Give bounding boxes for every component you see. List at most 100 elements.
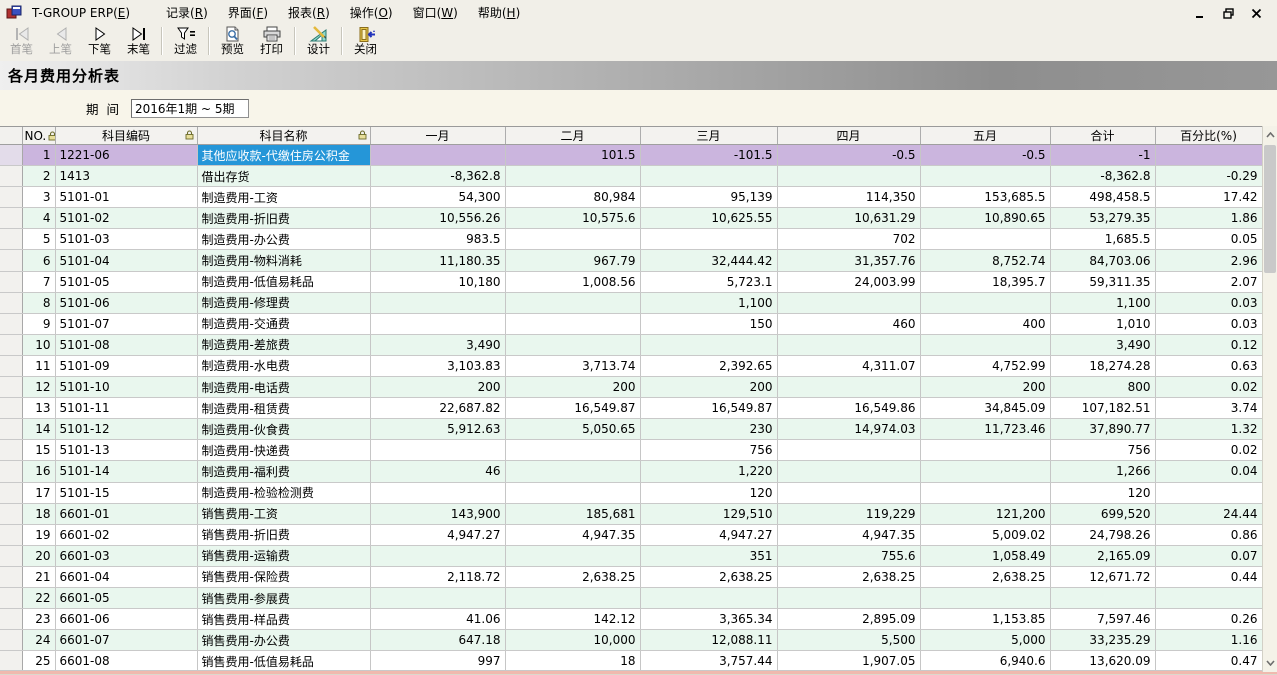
- cell-m4[interactable]: 755.6: [777, 545, 920, 566]
- cell-m2[interactable]: [505, 334, 640, 355]
- row-margin-cell[interactable]: [0, 398, 22, 419]
- cell-code[interactable]: 5101-12: [55, 419, 197, 440]
- cell-total[interactable]: 18,274.28: [1050, 355, 1155, 376]
- cell-code[interactable]: 6601-02: [55, 524, 197, 545]
- cell-total[interactable]: 699,520: [1050, 503, 1155, 524]
- cell-m4[interactable]: [777, 292, 920, 313]
- cell-total[interactable]: 1,100: [1050, 292, 1155, 313]
- cell-m5[interactable]: [920, 440, 1050, 461]
- cell-m1[interactable]: [370, 482, 505, 503]
- cell-m5[interactable]: 4,752.99: [920, 355, 1050, 376]
- cell-code[interactable]: 1413: [55, 166, 197, 187]
- cell-m2[interactable]: 80,984: [505, 187, 640, 208]
- cell-m5[interactable]: [920, 292, 1050, 313]
- cell-m5[interactable]: 5,009.02: [920, 524, 1050, 545]
- cell-m1[interactable]: 54,300: [370, 187, 505, 208]
- cell-name[interactable]: 制造费用-修理费: [197, 292, 370, 313]
- cell-code[interactable]: 6601-04: [55, 566, 197, 587]
- row-margin-cell[interactable]: [0, 355, 22, 376]
- cell-m3[interactable]: 12,088.11: [640, 630, 777, 651]
- cell-m5[interactable]: 2,638.25: [920, 566, 1050, 587]
- row-margin-cell[interactable]: [0, 566, 22, 587]
- table-row[interactable]: 125101-10制造费用-电话费2002002002008000.02: [0, 377, 1262, 398]
- cell-m4[interactable]: 119,229: [777, 503, 920, 524]
- cell-m2[interactable]: [505, 482, 640, 503]
- last-record-button[interactable]: 末笔: [119, 25, 158, 58]
- cell-m5[interactable]: 34,845.09: [920, 398, 1050, 419]
- row-margin-cell[interactable]: [0, 651, 22, 672]
- cell-pct[interactable]: 0.03: [1155, 313, 1262, 334]
- cell-m3[interactable]: 4,947.27: [640, 524, 777, 545]
- cell-m4[interactable]: [777, 482, 920, 503]
- cell-code[interactable]: 5101-02: [55, 208, 197, 229]
- cell-code[interactable]: 5101-01: [55, 187, 197, 208]
- cell-pct[interactable]: 0.07: [1155, 545, 1262, 566]
- row-margin-cell[interactable]: [0, 166, 22, 187]
- cell-name[interactable]: 制造费用-租赁费: [197, 398, 370, 419]
- column-header-m3[interactable]: 三月: [640, 127, 777, 145]
- cell-name[interactable]: 销售费用-折旧费: [197, 524, 370, 545]
- cell-m1[interactable]: 2,118.72: [370, 566, 505, 587]
- close-button[interactable]: 关闭: [346, 25, 385, 58]
- cell-no[interactable]: 17: [22, 482, 55, 503]
- cell-name[interactable]: 制造费用-福利费: [197, 461, 370, 482]
- cell-no[interactable]: 23: [22, 609, 55, 630]
- cell-m2[interactable]: [505, 229, 640, 250]
- minimize-button[interactable]: [1193, 6, 1207, 19]
- cell-pct[interactable]: 1.32: [1155, 419, 1262, 440]
- table-row[interactable]: 226601-05销售费用-参展费: [0, 587, 1262, 608]
- cell-m3[interactable]: 16,549.87: [640, 398, 777, 419]
- cell-no[interactable]: 3: [22, 187, 55, 208]
- cell-m3[interactable]: [640, 166, 777, 187]
- cell-total[interactable]: 1,685.5: [1050, 229, 1155, 250]
- cell-m2[interactable]: 4,947.35: [505, 524, 640, 545]
- first-record-button[interactable]: 首笔: [2, 25, 41, 58]
- cell-code[interactable]: 5101-05: [55, 271, 197, 292]
- cell-total[interactable]: 12,671.72: [1050, 566, 1155, 587]
- cell-m1[interactable]: 997: [370, 651, 505, 672]
- cell-m1[interactable]: [370, 440, 505, 461]
- table-row[interactable]: 256601-08销售费用-低值易耗品997183,757.441,907.05…: [0, 651, 1262, 672]
- scroll-down-arrow-icon[interactable]: [1263, 655, 1277, 671]
- cell-no[interactable]: 12: [22, 377, 55, 398]
- cell-name[interactable]: 制造费用-物料消耗: [197, 250, 370, 271]
- cell-m1[interactable]: [370, 545, 505, 566]
- cell-m3[interactable]: 1,220: [640, 461, 777, 482]
- table-row[interactable]: 165101-14制造费用-福利费461,2201,2660.04: [0, 461, 1262, 482]
- cell-m1[interactable]: 46: [370, 461, 505, 482]
- close-window-button[interactable]: [1249, 6, 1263, 19]
- cell-total[interactable]: -8,362.8: [1050, 166, 1155, 187]
- cell-code[interactable]: 5101-08: [55, 334, 197, 355]
- cell-m3[interactable]: 2,392.65: [640, 355, 777, 376]
- menu-item-help[interactable]: 帮助(H): [468, 1, 530, 24]
- table-row[interactable]: 196601-02销售费用-折旧费4,947.274,947.354,947.2…: [0, 524, 1262, 545]
- cell-code[interactable]: 1221-06: [55, 145, 197, 166]
- cell-name[interactable]: 销售费用-办公费: [197, 630, 370, 651]
- cell-total[interactable]: 800: [1050, 377, 1155, 398]
- table-row[interactable]: 206601-03销售费用-运输费351755.61,058.492,165.0…: [0, 545, 1262, 566]
- cell-name[interactable]: 制造费用-低值易耗品: [197, 271, 370, 292]
- cell-m4[interactable]: [777, 587, 920, 608]
- cell-pct[interactable]: 0.05: [1155, 229, 1262, 250]
- menu-item-report[interactable]: 报表(R): [278, 1, 340, 24]
- cell-m3[interactable]: 150: [640, 313, 777, 334]
- row-margin-cell[interactable]: [0, 630, 22, 651]
- cell-name[interactable]: 制造费用-差旅费: [197, 334, 370, 355]
- cell-m3[interactable]: 351: [640, 545, 777, 566]
- cell-pct[interactable]: 0.86: [1155, 524, 1262, 545]
- row-margin-cell[interactable]: [0, 292, 22, 313]
- cell-name[interactable]: 销售费用-运输费: [197, 545, 370, 566]
- cell-m3[interactable]: [640, 334, 777, 355]
- cell-m2[interactable]: 5,050.65: [505, 419, 640, 440]
- cell-m2[interactable]: [505, 313, 640, 334]
- row-margin-cell[interactable]: [0, 482, 22, 503]
- cell-name[interactable]: 销售费用-工资: [197, 503, 370, 524]
- cell-m4[interactable]: [777, 166, 920, 187]
- row-margin-cell[interactable]: [0, 440, 22, 461]
- cell-total[interactable]: 498,458.5: [1050, 187, 1155, 208]
- cell-total[interactable]: [1050, 587, 1155, 608]
- column-header-pct[interactable]: 百分比(%): [1155, 127, 1262, 145]
- table-row[interactable]: 45101-02制造费用-折旧费10,556.2610,575.610,625.…: [0, 208, 1262, 229]
- cell-code[interactable]: 6601-01: [55, 503, 197, 524]
- menu-item-operate[interactable]: 操作(O): [340, 1, 403, 24]
